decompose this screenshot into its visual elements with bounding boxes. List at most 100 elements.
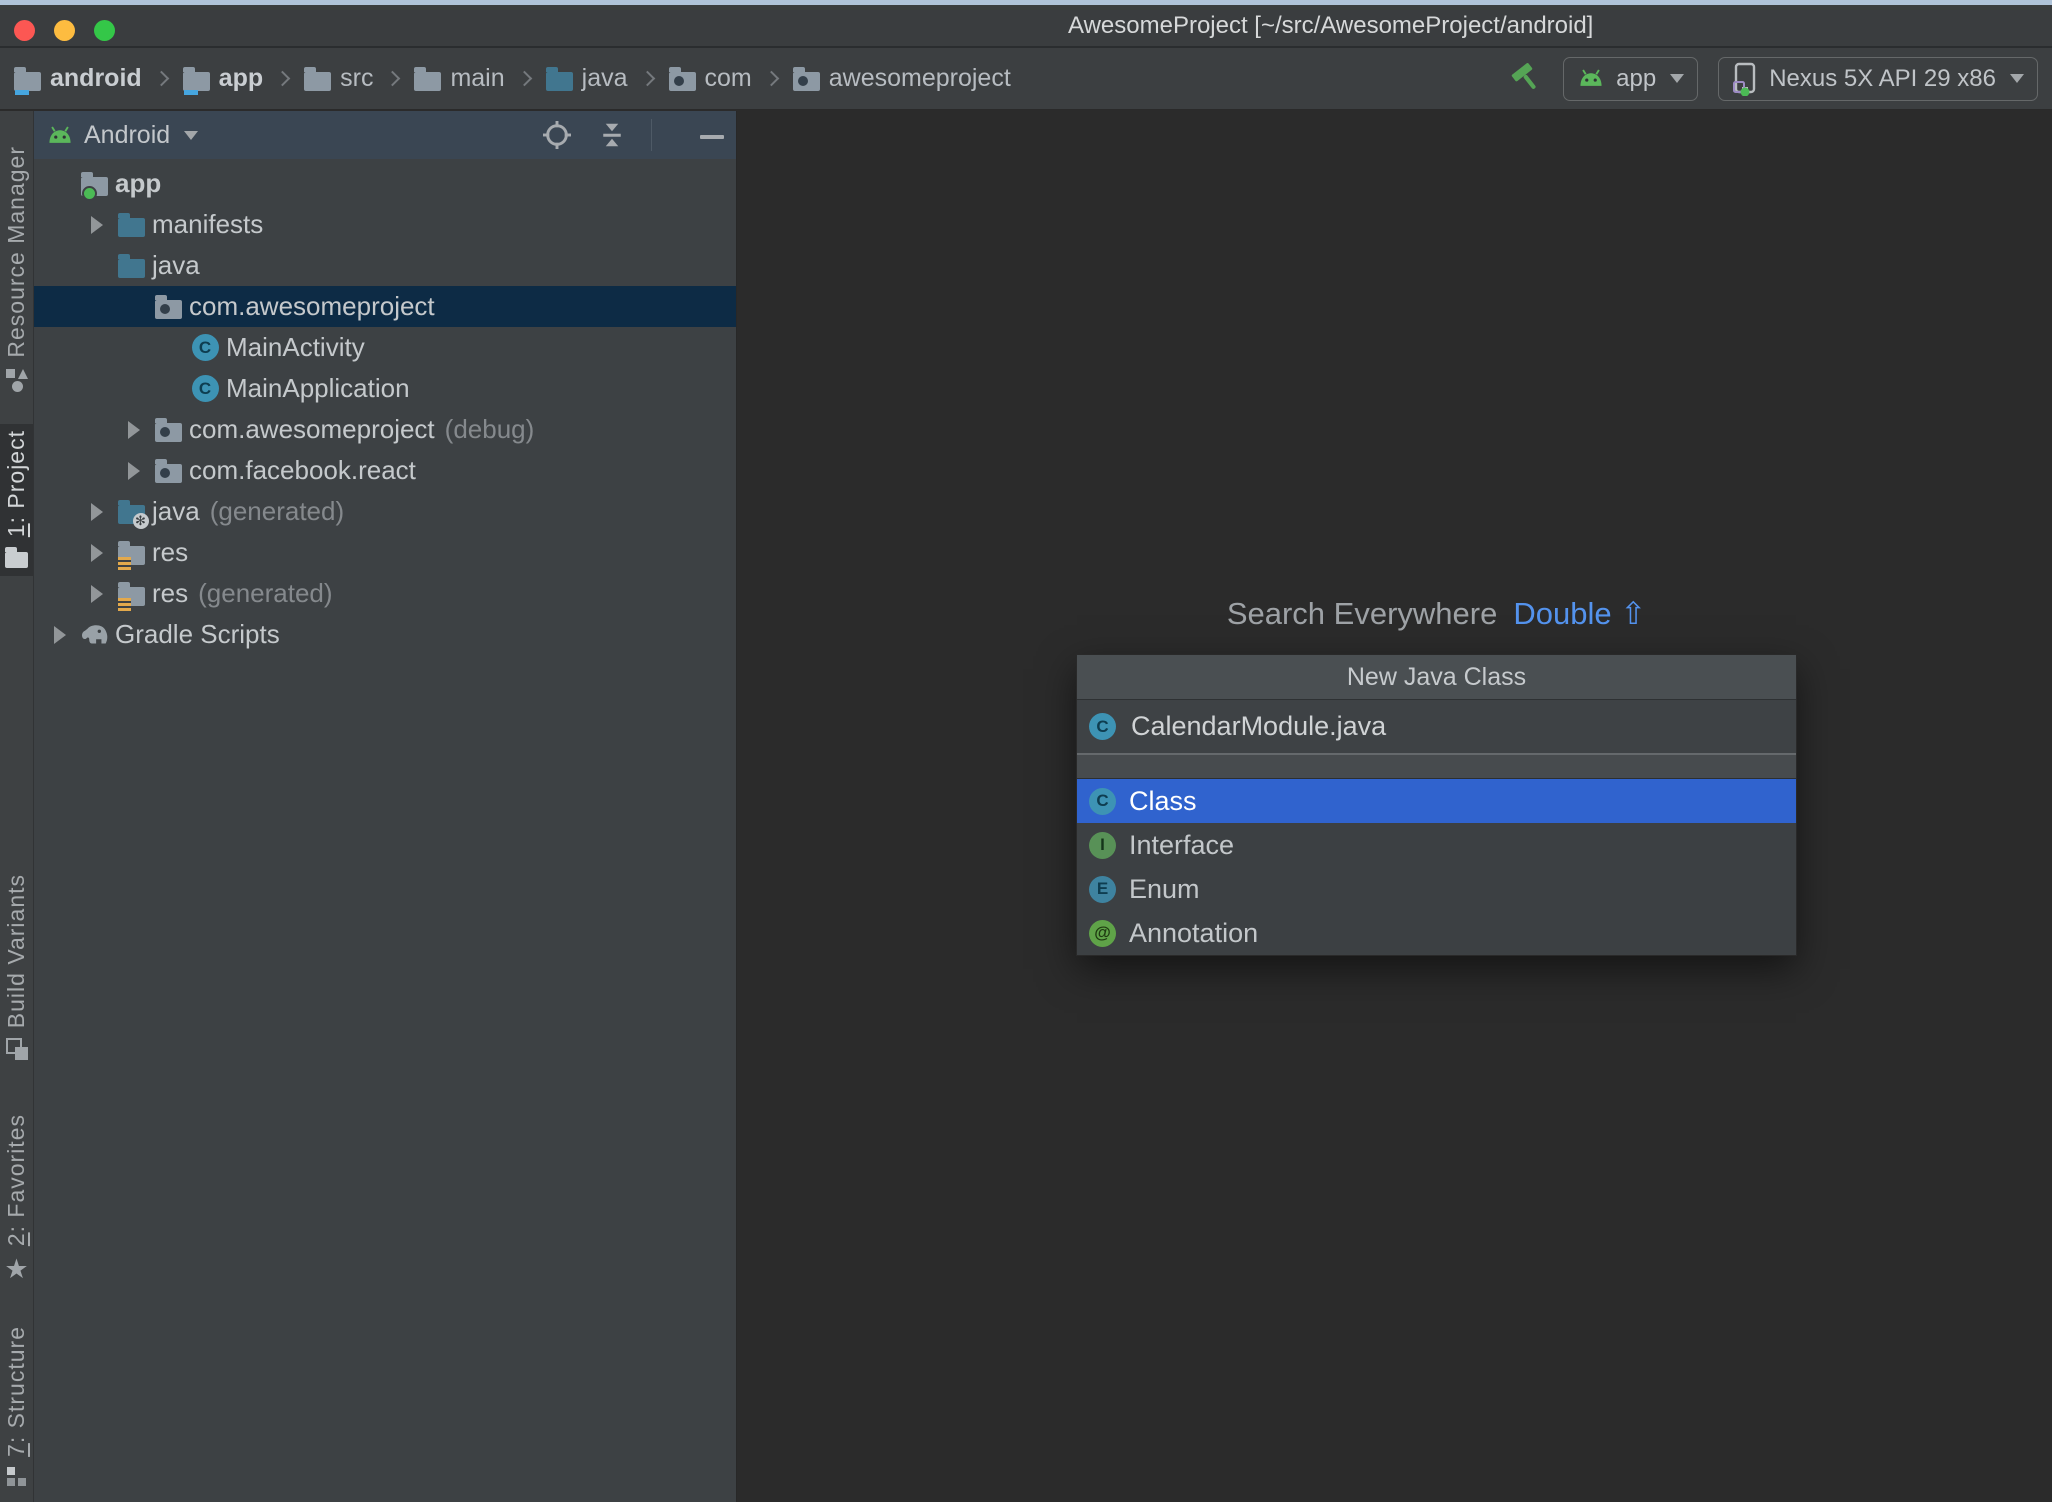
kind-item-label: Annotation — [1129, 917, 1259, 948]
android-robot-icon — [46, 126, 74, 145]
caret-collapsed-icon[interactable] — [44, 625, 76, 644]
tool-window-bar: Resource Manager 1: Project Build Variants… — [0, 111, 34, 1502]
build-button[interactable] — [1507, 61, 1543, 97]
breadcrumb-item-app[interactable]: app — [182, 64, 264, 95]
module-folder-icon — [182, 66, 210, 95]
device-selector-label: Nexus 5X API 29 x86 — [1769, 64, 1996, 92]
tool-window-label: Build Variants — [3, 874, 29, 1029]
tree-item-label: com.awesomeproject — [189, 291, 435, 321]
breadcrumb-item-src[interactable]: src — [304, 64, 373, 93]
breadcrumb-separator-icon — [763, 70, 780, 87]
popup-separator — [1077, 755, 1796, 779]
caret-collapsed-icon[interactable] — [118, 420, 150, 439]
folder-blue — [117, 253, 145, 278]
minimize-button[interactable] — [54, 20, 75, 41]
generated-folder — [117, 499, 149, 529]
tree-item-label: MainApplication — [226, 373, 410, 403]
tool-window-button-favorites[interactable]: 2: Favorites ★ — [0, 1108, 33, 1291]
tree-item-app[interactable]: app — [34, 163, 736, 204]
breadcrumb-item-android[interactable]: android — [14, 64, 142, 95]
breadcrumb-item-java[interactable]: java — [545, 64, 628, 93]
navigation-toolbar: android app src main java com awesomeproject a… — [0, 48, 2052, 110]
caret-collapsed-icon[interactable] — [81, 502, 113, 521]
folder-icon — [414, 66, 442, 91]
tree-item-manifests[interactable]: manifests — [34, 204, 736, 245]
chevron-down-icon — [184, 130, 199, 140]
device-selector[interactable]: Nexus 5X API 29 x86 — [1718, 56, 2038, 101]
project-tree: app manifests java com.awesomeproject C MainA… — [34, 163, 736, 1502]
breadcrumb-separator-icon — [153, 70, 169, 87]
breadcrumb-separator-icon — [639, 70, 655, 87]
breadcrumb-item-awesomeproject[interactable]: awesomeproject — [792, 64, 1011, 93]
breadcrumb-label: java — [581, 64, 628, 92]
class-name-input[interactable] — [1129, 710, 1784, 743]
kind-item-class[interactable]: C Class — [1077, 779, 1796, 823]
divider — [651, 119, 652, 151]
gradle-icon — [77, 622, 111, 648]
class-name-row: C — [1077, 700, 1796, 755]
tree-item-java[interactable]: java (generated) — [34, 491, 736, 532]
tool-window-button-build-variants[interactable]: Build Variants — [0, 868, 33, 1068]
search-everywhere-hint: Search Everywhere Double ⇧ — [1226, 596, 1647, 631]
caret-collapsed-icon[interactable] — [81, 215, 113, 234]
hide-panel-icon[interactable] — [700, 126, 724, 144]
chevron-down-icon — [1670, 74, 1685, 83]
breadcrumb-label: main — [450, 64, 505, 92]
kind-item-enum[interactable]: E Enum — [1077, 867, 1796, 911]
class-icon: C — [1089, 713, 1116, 740]
package-folder-icon — [792, 66, 820, 91]
project-panel-header: Android — [34, 111, 736, 159]
toolbar-run-controls: app Nexus 5X API 29 x86 — [1507, 56, 2038, 101]
resource-manager-icon — [5, 368, 29, 392]
caret-collapsed-icon[interactable] — [81, 584, 113, 603]
tree-item-com.awesomeproject[interactable]: com.awesomeproject — [34, 286, 736, 327]
tree-item-res[interactable]: res (generated) — [34, 573, 736, 614]
collapse-all-icon[interactable] — [597, 119, 627, 151]
annotation-icon: @ — [1089, 919, 1116, 947]
breadcrumb-item-com[interactable]: com — [668, 64, 752, 93]
phone-icon — [1732, 62, 1758, 96]
breadcrumb-label: awesomeproject — [828, 64, 1011, 92]
tree-item-label: java — [152, 250, 200, 280]
caret-collapsed-icon[interactable] — [118, 461, 150, 480]
class-icon: C — [1089, 713, 1116, 740]
class-icon: C — [191, 375, 219, 402]
project-view-selector[interactable]: Android — [46, 121, 199, 150]
tree-item-res[interactable]: res — [34, 532, 736, 573]
zoom-button[interactable] — [94, 20, 115, 41]
tree-item-com.facebook.react[interactable]: com.facebook.react — [34, 450, 736, 491]
tool-window-button-structure[interactable]: 7: Structure — [0, 1320, 33, 1495]
run-configuration-selector[interactable]: app — [1563, 56, 1699, 101]
tree-item-secondary-label: (generated) — [198, 578, 333, 608]
collapse-all-icon — [597, 119, 627, 151]
tree-item-gradle-scripts[interactable]: Gradle Scripts — [34, 614, 736, 655]
tool-window-button-resource-manager[interactable]: Resource Manager — [0, 140, 33, 400]
res-folder — [117, 581, 145, 611]
kind-item-interface[interactable]: I Interface — [1077, 823, 1796, 867]
structure-icon — [6, 1466, 28, 1487]
package-folder — [154, 294, 182, 319]
close-button[interactable] — [14, 20, 35, 41]
kind-item-annotation[interactable]: @ Annotation — [1077, 911, 1796, 955]
caret-collapsed-icon[interactable] — [81, 543, 113, 562]
tree-item-label: com.awesomeproject — [189, 414, 435, 444]
phone-icon — [1732, 62, 1758, 96]
project-tool-window: Android app manifests java com.awesomeproje… — [34, 111, 737, 1502]
tree-item-mainactivity[interactable]: C MainActivity — [34, 327, 736, 368]
tree-item-label: java — [152, 496, 200, 526]
tool-window-label: 1: Project — [3, 430, 29, 538]
tree-item-java[interactable]: java — [34, 245, 736, 286]
package-folder — [154, 417, 182, 442]
locate-icon[interactable] — [541, 119, 573, 151]
res-folder — [117, 540, 145, 570]
breadcrumb-label: app — [218, 64, 264, 92]
tool-window-button-project[interactable]: 1: Project — [0, 424, 33, 577]
chevron-down-icon — [2010, 74, 2024, 83]
breadcrumb-item-main[interactable]: main — [414, 64, 505, 93]
package-folder-icon — [668, 66, 696, 91]
tree-item-secondary-label: (generated) — [209, 496, 345, 526]
hammer-icon — [1507, 61, 1543, 97]
search-everywhere-text: Search Everywhere — [1226, 596, 1498, 631]
tree-item-mainapplication[interactable]: C MainApplication — [34, 368, 736, 409]
tree-item-com.awesomeproject[interactable]: com.awesomeproject (debug) — [34, 409, 736, 450]
